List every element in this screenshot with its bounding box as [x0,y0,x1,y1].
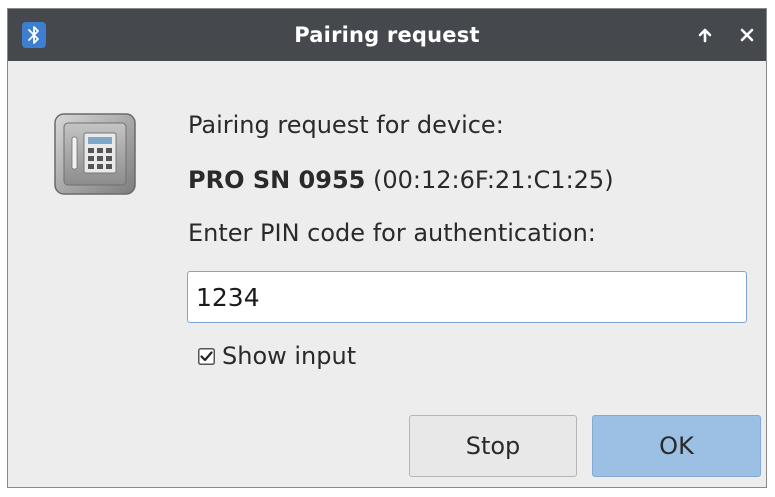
window-title: Pairing request [294,23,480,47]
device-name: PRO SN 0955 [188,166,366,194]
close-icon[interactable] [733,21,761,49]
titlebar[interactable]: Pairing request [8,9,766,61]
device-info: PRO SN 0955 (00:12:6F:21:C1:25) [188,166,614,194]
maximize-up-icon[interactable] [691,21,719,49]
device-address: (00:12:6F:21:C1:25) [373,166,614,194]
checkmark-icon[interactable] [198,347,215,365]
show-input-label: Show input [222,342,357,370]
stop-button[interactable]: Stop [409,415,577,477]
pin-input[interactable] [187,271,747,323]
ok-button[interactable]: OK [592,415,761,477]
dialog-content: Pairing request for device: PRO SN 0955 … [8,61,766,488]
show-input-checkbox[interactable]: Show input [198,340,356,372]
pairing-dialog-window: Pairing request Pairing request for devi… [7,8,767,488]
pairing-heading: Pairing request for device: [188,111,504,139]
pin-prompt: Enter PIN code for authentication: [188,219,596,247]
safe-icon [50,109,140,199]
